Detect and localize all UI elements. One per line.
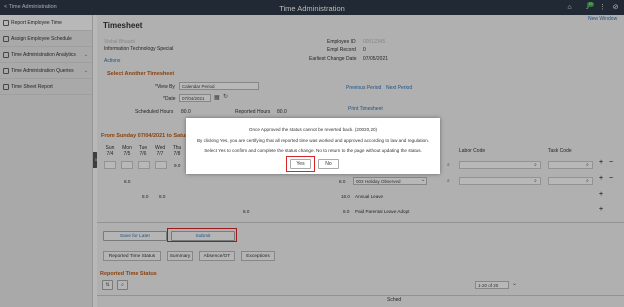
no-button[interactable]: No [318, 159, 339, 169]
highlight-box [286, 156, 315, 172]
confirm-dialog: Once Approved the status cannot be rever… [186, 118, 440, 174]
dialog-message-line-2: By clicking Yes, you are certifying that… [196, 138, 430, 143]
dialog-message-line-1: Once Approved the status cannot be rever… [248, 127, 378, 132]
dialog-message-line-3: Select Yes to confirm and complete the s… [204, 148, 422, 153]
